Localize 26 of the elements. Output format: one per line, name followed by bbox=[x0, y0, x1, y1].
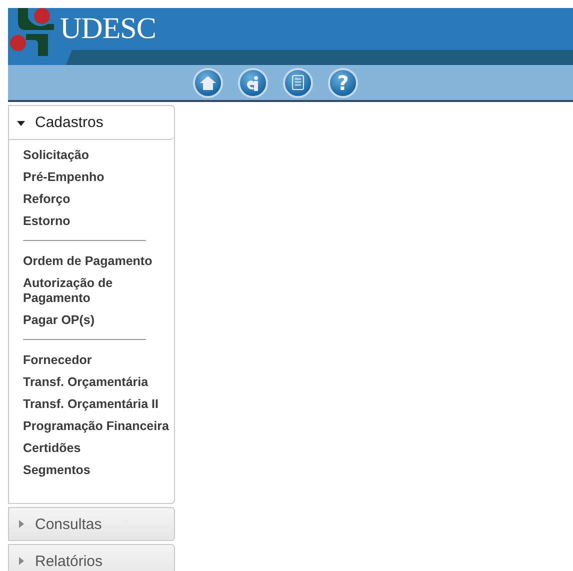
menu-link[interactable]: Programação Financeira bbox=[23, 415, 173, 437]
menu-link[interactable]: Autorização de Pagamento bbox=[23, 272, 173, 309]
info-button[interactable] bbox=[238, 68, 268, 98]
caret-down-icon bbox=[17, 118, 25, 126]
menu-link[interactable]: Estorno bbox=[23, 210, 173, 232]
section-header[interactable]: Relatórios bbox=[9, 545, 174, 571]
caret-right-icon bbox=[17, 520, 25, 528]
menu-link[interactable]: Fornecedor bbox=[23, 349, 173, 371]
section-header[interactable]: Consultas bbox=[9, 508, 174, 540]
menu-link[interactable]: Ordem de Pagamento bbox=[23, 250, 173, 272]
logo-text: UDESC bbox=[60, 12, 156, 46]
logo-icon bbox=[8, 8, 54, 56]
info-icon bbox=[245, 74, 261, 90]
home-icon bbox=[200, 76, 216, 90]
caret-right-icon bbox=[17, 557, 25, 565]
menu-link[interactable]: Segmentos bbox=[23, 459, 173, 481]
menu-link[interactable]: Reforço bbox=[23, 188, 173, 210]
menu-link[interactable]: Transf. Orçamentária bbox=[23, 371, 173, 393]
menu-link[interactable]: Transf. Orçamentária II bbox=[23, 393, 173, 415]
menu-link[interactable]: Pré-Empenho bbox=[23, 166, 173, 188]
menu-link[interactable]: Solicitação bbox=[23, 144, 173, 166]
document-icon bbox=[292, 75, 304, 90]
document-button[interactable] bbox=[283, 68, 313, 98]
home-button[interactable] bbox=[193, 68, 223, 98]
menu-link[interactable]: Certidões bbox=[23, 437, 173, 459]
menu-link[interactable]: Pagar OP(s) bbox=[23, 309, 173, 331]
